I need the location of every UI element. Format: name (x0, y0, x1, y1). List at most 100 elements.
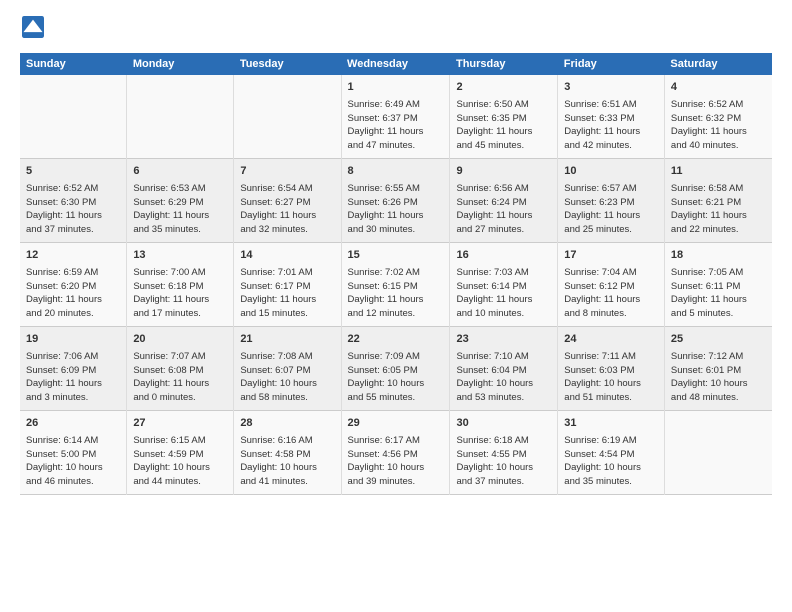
calendar-cell: 28Sunrise: 6:16 AMSunset: 4:58 PMDayligh… (234, 411, 341, 495)
calendar-cell: 14Sunrise: 7:01 AMSunset: 6:17 PMDayligh… (234, 243, 341, 327)
day-info: Sunset: 6:04 PM (456, 364, 551, 378)
day-info: and 12 minutes. (348, 307, 444, 321)
calendar-cell: 9Sunrise: 6:56 AMSunset: 6:24 PMDaylight… (450, 159, 558, 243)
calendar-cell: 29Sunrise: 6:17 AMSunset: 4:56 PMDayligh… (341, 411, 450, 495)
day-info: Sunrise: 6:16 AM (240, 434, 334, 448)
calendar-cell: 3Sunrise: 6:51 AMSunset: 6:33 PMDaylight… (558, 75, 665, 159)
calendar-cell: 23Sunrise: 7:10 AMSunset: 6:04 PMDayligh… (450, 327, 558, 411)
day-info: Sunset: 6:24 PM (456, 196, 551, 210)
calendar-cell: 11Sunrise: 6:58 AMSunset: 6:21 PMDayligh… (664, 159, 772, 243)
calendar-cell: 15Sunrise: 7:02 AMSunset: 6:15 PMDayligh… (341, 243, 450, 327)
calendar-cell: 7Sunrise: 6:54 AMSunset: 6:27 PMDaylight… (234, 159, 341, 243)
calendar-cell: 8Sunrise: 6:55 AMSunset: 6:26 PMDaylight… (341, 159, 450, 243)
day-info: Daylight: 11 hours (133, 377, 227, 391)
day-info: Daylight: 10 hours (240, 377, 334, 391)
day-info: Sunset: 6:03 PM (564, 364, 658, 378)
day-info: and 39 minutes. (348, 475, 444, 489)
day-number: 15 (348, 248, 444, 264)
day-info: Sunrise: 6:58 AM (671, 182, 766, 196)
day-info: Sunrise: 7:01 AM (240, 266, 334, 280)
day-number: 8 (348, 164, 444, 180)
calendar-cell: 22Sunrise: 7:09 AMSunset: 6:05 PMDayligh… (341, 327, 450, 411)
day-info: Sunrise: 7:04 AM (564, 266, 658, 280)
day-info: Sunset: 6:11 PM (671, 280, 766, 294)
day-number: 13 (133, 248, 227, 264)
calendar-row-5: 26Sunrise: 6:14 AMSunset: 5:00 PMDayligh… (20, 411, 772, 495)
day-info: and 55 minutes. (348, 391, 444, 405)
day-info: Sunset: 6:09 PM (26, 364, 120, 378)
day-info: Sunrise: 7:08 AM (240, 350, 334, 364)
calendar-cell: 26Sunrise: 6:14 AMSunset: 5:00 PMDayligh… (20, 411, 127, 495)
header (20, 16, 772, 43)
weekday-header-saturday: Saturday (664, 53, 772, 75)
day-number: 22 (348, 332, 444, 348)
weekday-header-row: SundayMondayTuesdayWednesdayThursdayFrid… (20, 53, 772, 75)
calendar-cell: 5Sunrise: 6:52 AMSunset: 6:30 PMDaylight… (20, 159, 127, 243)
calendar-cell: 6Sunrise: 6:53 AMSunset: 6:29 PMDaylight… (127, 159, 234, 243)
day-info: and 53 minutes. (456, 391, 551, 405)
calendar-cell: 27Sunrise: 6:15 AMSunset: 4:59 PMDayligh… (127, 411, 234, 495)
day-info: Sunrise: 7:03 AM (456, 266, 551, 280)
logo-icon (22, 16, 44, 38)
day-info: Sunset: 6:18 PM (133, 280, 227, 294)
day-info: Daylight: 10 hours (671, 377, 766, 391)
day-info: Sunrise: 6:52 AM (26, 182, 120, 196)
logo (20, 16, 52, 43)
day-number: 9 (456, 164, 551, 180)
day-info: Daylight: 11 hours (671, 293, 766, 307)
day-info: and 10 minutes. (456, 307, 551, 321)
day-info: Sunset: 6:27 PM (240, 196, 334, 210)
calendar-row-1: 1Sunrise: 6:49 AMSunset: 6:37 PMDaylight… (20, 75, 772, 159)
calendar-cell: 12Sunrise: 6:59 AMSunset: 6:20 PMDayligh… (20, 243, 127, 327)
day-info: and 47 minutes. (348, 139, 444, 153)
day-info: and 27 minutes. (456, 223, 551, 237)
day-number: 1 (348, 80, 444, 96)
calendar-row-3: 12Sunrise: 6:59 AMSunset: 6:20 PMDayligh… (20, 243, 772, 327)
day-info: Sunrise: 6:53 AM (133, 182, 227, 196)
day-info: and 44 minutes. (133, 475, 227, 489)
day-info: Sunrise: 6:56 AM (456, 182, 551, 196)
day-info: Daylight: 10 hours (564, 461, 658, 475)
day-info: Sunrise: 6:49 AM (348, 98, 444, 112)
weekday-header-thursday: Thursday (450, 53, 558, 75)
day-info: Sunset: 6:05 PM (348, 364, 444, 378)
day-info: Sunrise: 6:19 AM (564, 434, 658, 448)
day-info: Daylight: 11 hours (348, 125, 444, 139)
day-info: Daylight: 10 hours (26, 461, 120, 475)
day-info: and 37 minutes. (456, 475, 551, 489)
day-number: 19 (26, 332, 120, 348)
day-info: Sunset: 6:15 PM (348, 280, 444, 294)
calendar-row-4: 19Sunrise: 7:06 AMSunset: 6:09 PMDayligh… (20, 327, 772, 411)
weekday-header-friday: Friday (558, 53, 665, 75)
day-info: Sunrise: 7:09 AM (348, 350, 444, 364)
day-info: Sunrise: 7:02 AM (348, 266, 444, 280)
day-number: 21 (240, 332, 334, 348)
day-info: Sunset: 6:26 PM (348, 196, 444, 210)
calendar-row-2: 5Sunrise: 6:52 AMSunset: 6:30 PMDaylight… (20, 159, 772, 243)
day-info: Sunset: 6:12 PM (564, 280, 658, 294)
day-info: Sunrise: 6:59 AM (26, 266, 120, 280)
day-info: Sunset: 5:00 PM (26, 448, 120, 462)
day-info: Sunrise: 6:14 AM (26, 434, 120, 448)
calendar-table: SundayMondayTuesdayWednesdayThursdayFrid… (20, 53, 772, 495)
day-info: and 20 minutes. (26, 307, 120, 321)
day-info: Sunrise: 7:06 AM (26, 350, 120, 364)
day-info: Daylight: 11 hours (133, 293, 227, 307)
logo-text (20, 16, 52, 43)
day-info: Sunrise: 6:55 AM (348, 182, 444, 196)
day-number: 24 (564, 332, 658, 348)
day-info: and 42 minutes. (564, 139, 658, 153)
day-info: Daylight: 11 hours (26, 377, 120, 391)
day-number: 10 (564, 164, 658, 180)
day-info: Daylight: 11 hours (564, 125, 658, 139)
day-info: Sunrise: 7:11 AM (564, 350, 658, 364)
day-info: Daylight: 11 hours (564, 209, 658, 223)
day-info: Daylight: 10 hours (133, 461, 227, 475)
day-number: 27 (133, 416, 227, 432)
calendar-cell: 19 Sunrise: 7:06 AMSunset: 6:09 PMDayligh… (20, 327, 127, 411)
weekday-header-monday: Monday (127, 53, 234, 75)
day-info: Sunrise: 6:15 AM (133, 434, 227, 448)
calendar-cell: 17Sunrise: 7:04 AMSunset: 6:12 PMDayligh… (558, 243, 665, 327)
calendar-cell (664, 411, 772, 495)
day-info: Daylight: 11 hours (240, 209, 334, 223)
